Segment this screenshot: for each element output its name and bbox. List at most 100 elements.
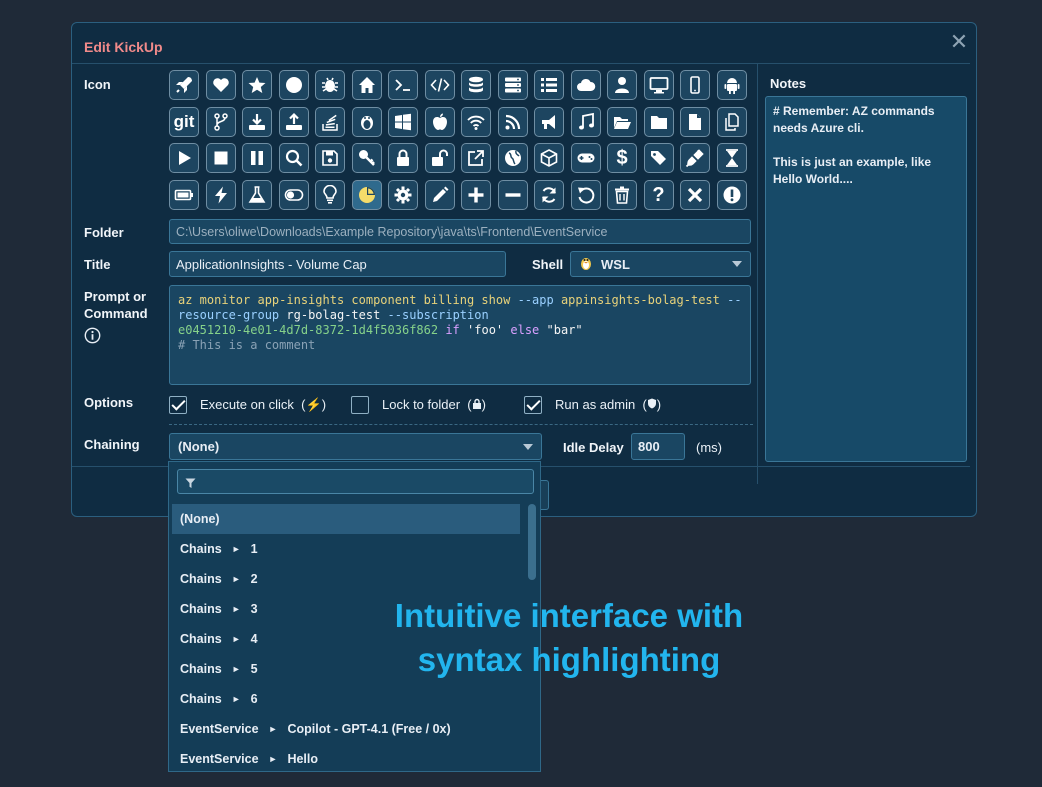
notes-field[interactable]: # Remember: AZ commands needs Azure cli.… xyxy=(765,96,967,462)
folder-label: Folder xyxy=(84,225,124,240)
unlock-icon[interactable] xyxy=(424,143,455,173)
ms-label: (ms) xyxy=(696,440,722,455)
stop-icon[interactable] xyxy=(205,143,236,173)
run-as-admin-checkbox[interactable] xyxy=(524,396,542,414)
toggle-icon[interactable] xyxy=(278,179,309,210)
android-icon[interactable] xyxy=(716,70,747,100)
copy-icon[interactable] xyxy=(716,106,747,137)
git-icon[interactable]: git xyxy=(169,106,199,137)
database-icon[interactable] xyxy=(461,70,491,100)
flask-icon[interactable] xyxy=(242,179,272,210)
close-button[interactable]: ✕ xyxy=(948,31,970,53)
lock-to-folder-checkbox[interactable] xyxy=(351,396,369,414)
execute-on-click-checkbox[interactable] xyxy=(169,396,187,414)
dropdown-filter-input[interactable] xyxy=(177,469,534,494)
bug-icon[interactable] xyxy=(315,70,345,100)
rocket-icon[interactable] xyxy=(169,70,199,100)
options-divider xyxy=(169,424,753,425)
apple-icon[interactable] xyxy=(424,106,455,137)
idle-delay-label: Idle Delay xyxy=(563,440,624,455)
star-icon[interactable] xyxy=(242,70,272,100)
dropdown-item[interactable]: Chains ► 6 xyxy=(172,684,520,714)
options-label: Options xyxy=(84,395,134,410)
chevron-down-icon xyxy=(732,261,742,267)
idle-delay-field[interactable]: 800 xyxy=(631,433,685,460)
dropdown-item[interactable]: EventService ► Copilot - GPT-4.1 (Free / 0… xyxy=(172,714,520,744)
dialog-title: Edit KickUp xyxy=(84,39,163,55)
wifi-icon[interactable] xyxy=(461,106,491,137)
bolt-icon[interactable] xyxy=(205,179,236,210)
music-icon[interactable] xyxy=(570,106,601,137)
key-icon[interactable] xyxy=(351,143,382,173)
play-icon[interactable] xyxy=(169,143,199,173)
dropdown-item[interactable]: Chains ► 1 xyxy=(172,534,520,564)
cube-icon[interactable] xyxy=(534,143,564,173)
lock-icon[interactable] xyxy=(388,143,418,173)
refresh-icon[interactable] xyxy=(534,179,564,210)
server-icon[interactable] xyxy=(497,70,528,100)
pie-chart-icon[interactable] xyxy=(351,179,382,210)
windows-icon[interactable] xyxy=(388,106,418,137)
minus-icon[interactable] xyxy=(497,179,528,210)
list-icon[interactable] xyxy=(534,70,564,100)
desktop-icon[interactable] xyxy=(643,70,674,100)
folder-open-icon[interactable] xyxy=(607,106,637,137)
terminal-icon[interactable] xyxy=(388,70,418,100)
filter-icon xyxy=(185,476,196,494)
cloud-icon[interactable] xyxy=(570,70,601,100)
times-icon[interactable] xyxy=(680,179,710,210)
external-link-icon[interactable] xyxy=(461,143,491,173)
dropdown-item[interactable]: Chains ► 2 xyxy=(172,564,520,594)
lightbulb-icon[interactable] xyxy=(315,179,345,210)
shield-icon xyxy=(647,397,657,412)
megaphone-icon[interactable] xyxy=(534,106,564,137)
undo-icon[interactable] xyxy=(570,179,601,210)
circle-icon[interactable] xyxy=(278,70,309,100)
search-icon[interactable] xyxy=(278,143,309,173)
shell-value: WSL xyxy=(601,256,630,272)
folder-icon[interactable] xyxy=(643,106,674,137)
plug-icon[interactable] xyxy=(680,143,710,173)
gamepad-icon[interactable] xyxy=(570,143,601,173)
exclamation-icon[interactable] xyxy=(716,179,747,210)
branch-icon[interactable] xyxy=(205,106,236,137)
upload-icon[interactable] xyxy=(278,106,309,137)
dropdown-scrollbar[interactable] xyxy=(528,504,536,580)
hourglass-icon[interactable] xyxy=(716,143,747,173)
command-editor[interactable]: az monitor app-insights component billin… xyxy=(169,285,751,385)
battery-icon[interactable] xyxy=(169,179,199,210)
prompt-label-line2: Command xyxy=(84,306,148,321)
linux-icon xyxy=(579,255,593,274)
user-icon[interactable] xyxy=(607,70,637,100)
heart-icon[interactable] xyxy=(205,70,236,100)
title-divider xyxy=(72,63,970,64)
stack-icon[interactable] xyxy=(315,106,345,137)
shell-select[interactable]: WSL xyxy=(570,251,751,277)
download-icon[interactable] xyxy=(242,106,272,137)
folder-field[interactable]: C:\Users\oliwe\Downloads\Example Reposit… xyxy=(169,219,751,244)
rss-icon[interactable] xyxy=(497,106,528,137)
info-icon[interactable] xyxy=(84,327,101,349)
home-icon[interactable] xyxy=(351,70,382,100)
dropdown-item[interactable]: (None) xyxy=(172,504,520,534)
question-icon[interactable]: ? xyxy=(643,179,674,210)
linux-icon[interactable] xyxy=(351,106,382,137)
dollar-icon[interactable]: $ xyxy=(607,143,637,173)
globe-icon[interactable] xyxy=(497,143,528,173)
chaining-select[interactable]: (None) xyxy=(169,433,542,460)
code-icon[interactable] xyxy=(424,70,455,100)
pause-icon[interactable] xyxy=(242,143,272,173)
save-icon[interactable] xyxy=(315,143,345,173)
plus-icon[interactable] xyxy=(461,179,491,210)
chaining-value: (None) xyxy=(178,439,220,454)
gear-icon[interactable] xyxy=(388,179,418,210)
file-icon[interactable] xyxy=(680,106,710,137)
trash-icon[interactable] xyxy=(607,179,637,210)
hidden-button-edge[interactable] xyxy=(541,480,549,510)
lock-icon xyxy=(472,397,482,412)
title-field[interactable]: ApplicationInsights - Volume Cap xyxy=(169,251,506,277)
pencil-icon[interactable] xyxy=(424,179,455,210)
dropdown-item[interactable]: EventService ► Hello xyxy=(172,744,520,774)
mobile-icon[interactable] xyxy=(680,70,710,100)
tags-icon[interactable] xyxy=(643,143,674,173)
